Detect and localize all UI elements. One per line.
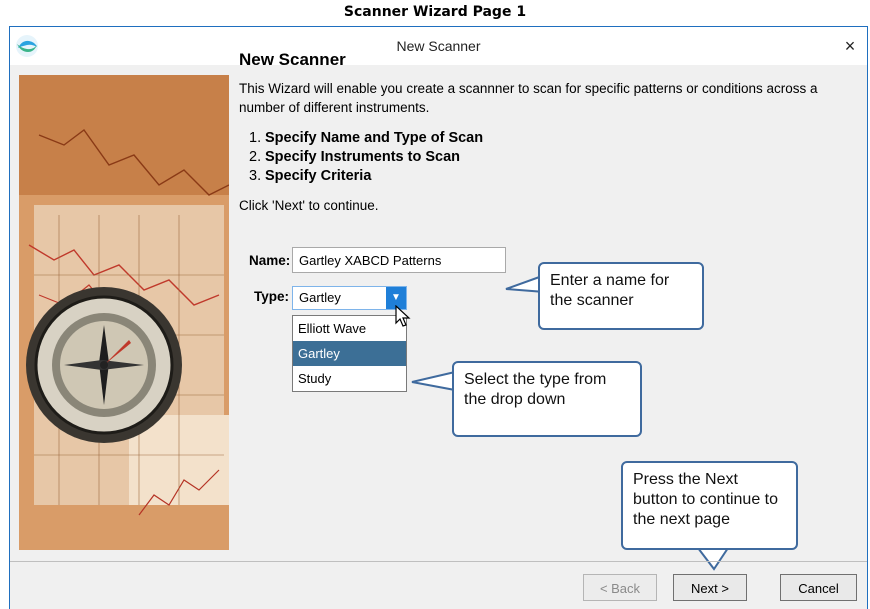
step-label: Specify Instruments to Scan — [265, 149, 460, 165]
mouse-pointer-icon — [395, 305, 411, 327]
step-number: 3. — [249, 168, 262, 184]
name-field[interactable] — [292, 247, 506, 273]
wizard-banner-image — [19, 75, 229, 550]
name-label: Name: — [249, 253, 291, 268]
dropdown-option-study[interactable]: Study — [293, 366, 406, 391]
footer-divider — [10, 561, 867, 562]
step-number: 2. — [249, 149, 262, 165]
wizard-heading: New Scanner — [239, 50, 346, 69]
back-button[interactable]: < Back — [583, 574, 657, 601]
step-label: Specify Criteria — [265, 168, 372, 184]
dropdown-option-elliott-wave[interactable]: Elliott Wave — [293, 316, 406, 341]
step-label: Specify Name and Type of Scan — [265, 130, 484, 146]
type-select[interactable]: Gartley ▼ — [292, 286, 407, 310]
dropdown-option-gartley[interactable]: Gartley — [293, 341, 406, 366]
type-select-value: Gartley — [299, 290, 341, 305]
wizard-step: 3. Specify Criteria — [239, 167, 849, 186]
continue-hint: Click 'Next' to continue. — [239, 198, 379, 213]
wizard-step: 1. Specify Name and Type of Scan — [239, 129, 849, 148]
compass-chart-illustration — [19, 75, 229, 550]
next-button[interactable]: Next > — [673, 574, 747, 601]
page-caption: Scanner Wizard Page 1 — [343, 4, 527, 20]
type-dropdown-list: Elliott Wave Gartley Study — [292, 315, 407, 392]
name-callout: Enter a name for the scanner — [538, 262, 704, 330]
type-callout: Select the type from the drop down — [452, 361, 642, 437]
cancel-button[interactable]: Cancel — [780, 574, 857, 601]
wizard-step: 2. Specify Instruments to Scan — [239, 148, 849, 167]
type-label: Type: — [254, 289, 290, 304]
wizard-content: New Scanner This Wizard will enable you … — [239, 48, 849, 213]
next-callout: Press the Next button to continue to the… — [621, 461, 798, 550]
wizard-steps-list: 1. Specify Name and Type of Scan 2. Specif… — [239, 129, 849, 186]
wizard-intro-text: This Wizard will enable you create a sca… — [239, 81, 818, 115]
step-number: 1. — [249, 130, 262, 146]
